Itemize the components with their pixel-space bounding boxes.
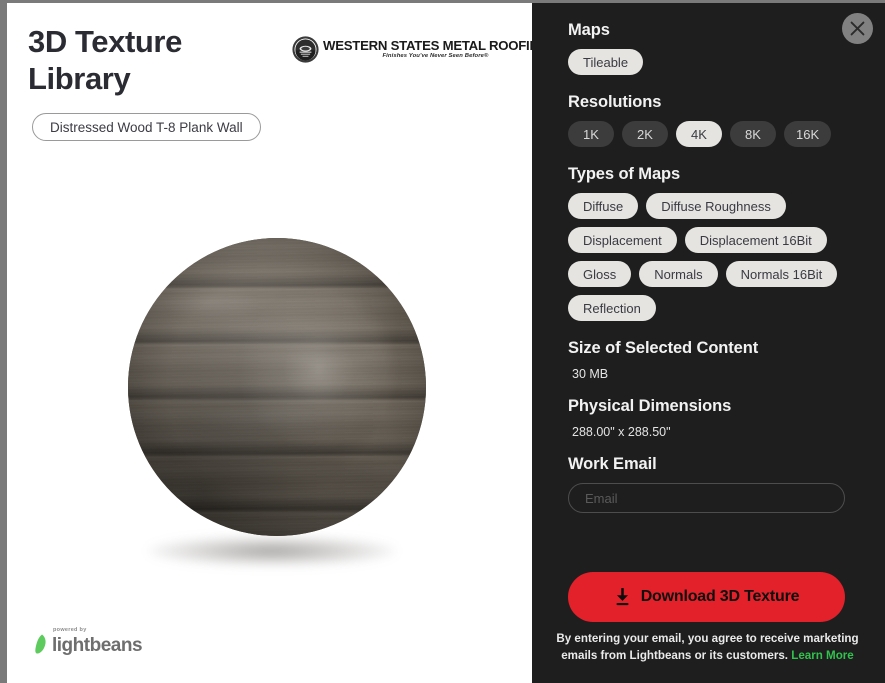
resolutions-heading: Resolutions	[568, 93, 662, 111]
selected-size-section: Size of Selected Content 30 MB	[568, 339, 868, 381]
chip-resolution-16k[interactable]: 16K	[784, 121, 832, 147]
chip-normals[interactable]: Normals	[639, 261, 718, 287]
page-title-line-1: 3D Texture	[28, 24, 182, 59]
maps-heading: Maps	[568, 21, 610, 39]
chip-reflection[interactable]: Reflection	[568, 295, 656, 321]
wsmr-logo-name: WESTERN STATES METAL ROOFING	[323, 38, 532, 54]
chip-resolution-1k[interactable]: 1K	[568, 121, 614, 147]
chip-resolution-4k[interactable]: 4K	[676, 121, 722, 147]
download-3d-texture-button[interactable]: Download 3D Texture	[568, 572, 845, 622]
texture-library-modal: 3D Texture Library WESTERN STATES METAL …	[0, 0, 885, 683]
wsmr-logo-tagline: Finishes You've Never Seen Before®	[382, 53, 489, 60]
lightbeans-logo[interactable]: powered by lightbeans	[35, 627, 143, 656]
maps-section: Maps Tileable	[568, 21, 868, 75]
resolutions-section: Resolutions 1K 2K 4K 8K 16K	[568, 93, 868, 147]
chip-resolution-2k[interactable]: 2K	[622, 121, 668, 147]
download-icon	[616, 588, 629, 606]
work-email-section: Work Email	[568, 455, 868, 513]
wsmr-badge-icon	[292, 36, 319, 63]
selected-size-value: 30 MB	[572, 367, 609, 381]
texture-name-chip[interactable]: Distressed Wood T-8 Plank Wall	[32, 113, 261, 141]
download-button-label: Download 3D Texture	[640, 588, 800, 605]
lightbeans-wordmark: powered by lightbeans	[52, 627, 143, 656]
physical-dimensions-section: Physical Dimensions 288.00" x 288.50"	[568, 397, 868, 439]
chip-tileable[interactable]: Tileable	[568, 49, 644, 75]
chip-resolution-8k[interactable]: 8K	[730, 121, 776, 147]
work-email-heading: Work Email	[568, 455, 657, 473]
types-of-maps-section: Types of Maps Diffuse Diffuse Roughness …	[568, 165, 868, 321]
email-field[interactable]	[568, 483, 845, 513]
physical-dimensions-heading: Physical Dimensions	[568, 397, 732, 415]
physical-dimensions-value: 288.00" x 288.50"	[572, 425, 671, 439]
window-border-left	[0, 0, 7, 683]
learn-more-link[interactable]: Learn More	[791, 649, 854, 662]
wsmr-logo-text: WESTERN STATES METAL ROOFING Finishes Yo…	[323, 39, 532, 60]
lightbeans-powered-by: powered by	[53, 627, 87, 633]
chip-gloss[interactable]: Gloss	[568, 261, 632, 287]
maps-chip-row: Tileable	[568, 49, 868, 75]
chip-displacement[interactable]: Displacement	[568, 227, 677, 253]
chip-diffuse[interactable]: Diffuse	[568, 193, 639, 219]
preview-header: 3D Texture Library WESTERN STATES METAL …	[7, 3, 532, 153]
texture-preview-sphere[interactable]	[128, 238, 426, 536]
sphere-drop-shadow	[148, 536, 396, 566]
lightbeans-name: lightbeans	[52, 634, 143, 656]
selected-size-heading: Size of Selected Content	[568, 339, 759, 357]
marketing-disclaimer: By entering your email, you agree to rec…	[554, 630, 861, 664]
bean-icon	[35, 634, 46, 653]
options-list: Maps Tileable Resolutions 1K 2K 4K 8K 16…	[568, 21, 868, 531]
texture-preview-stage[interactable]	[7, 153, 532, 613]
sphere-lighting	[128, 238, 426, 536]
resolutions-chip-row: 1K 2K 4K 8K 16K	[568, 121, 868, 147]
texture-preview-pane: 3D Texture Library WESTERN STATES METAL …	[7, 3, 532, 683]
chip-displacement-16bit[interactable]: Displacement 16Bit	[684, 227, 827, 253]
chip-normals-16bit[interactable]: Normals 16Bit	[725, 261, 838, 287]
page-title: 3D Texture Library	[28, 23, 278, 97]
page-title-line-2: Library	[28, 61, 131, 96]
options-panel: Maps Tileable Resolutions 1K 2K 4K 8K 16…	[532, 3, 885, 683]
chip-diffuse-roughness[interactable]: Diffuse Roughness	[646, 193, 786, 219]
western-states-metal-roofing-logo: WESTERN STATES METAL ROOFING Finishes Yo…	[292, 36, 532, 63]
types-of-maps-chip-row: Diffuse Diffuse Roughness Displacement D…	[568, 193, 868, 321]
types-of-maps-heading: Types of Maps	[568, 165, 681, 183]
